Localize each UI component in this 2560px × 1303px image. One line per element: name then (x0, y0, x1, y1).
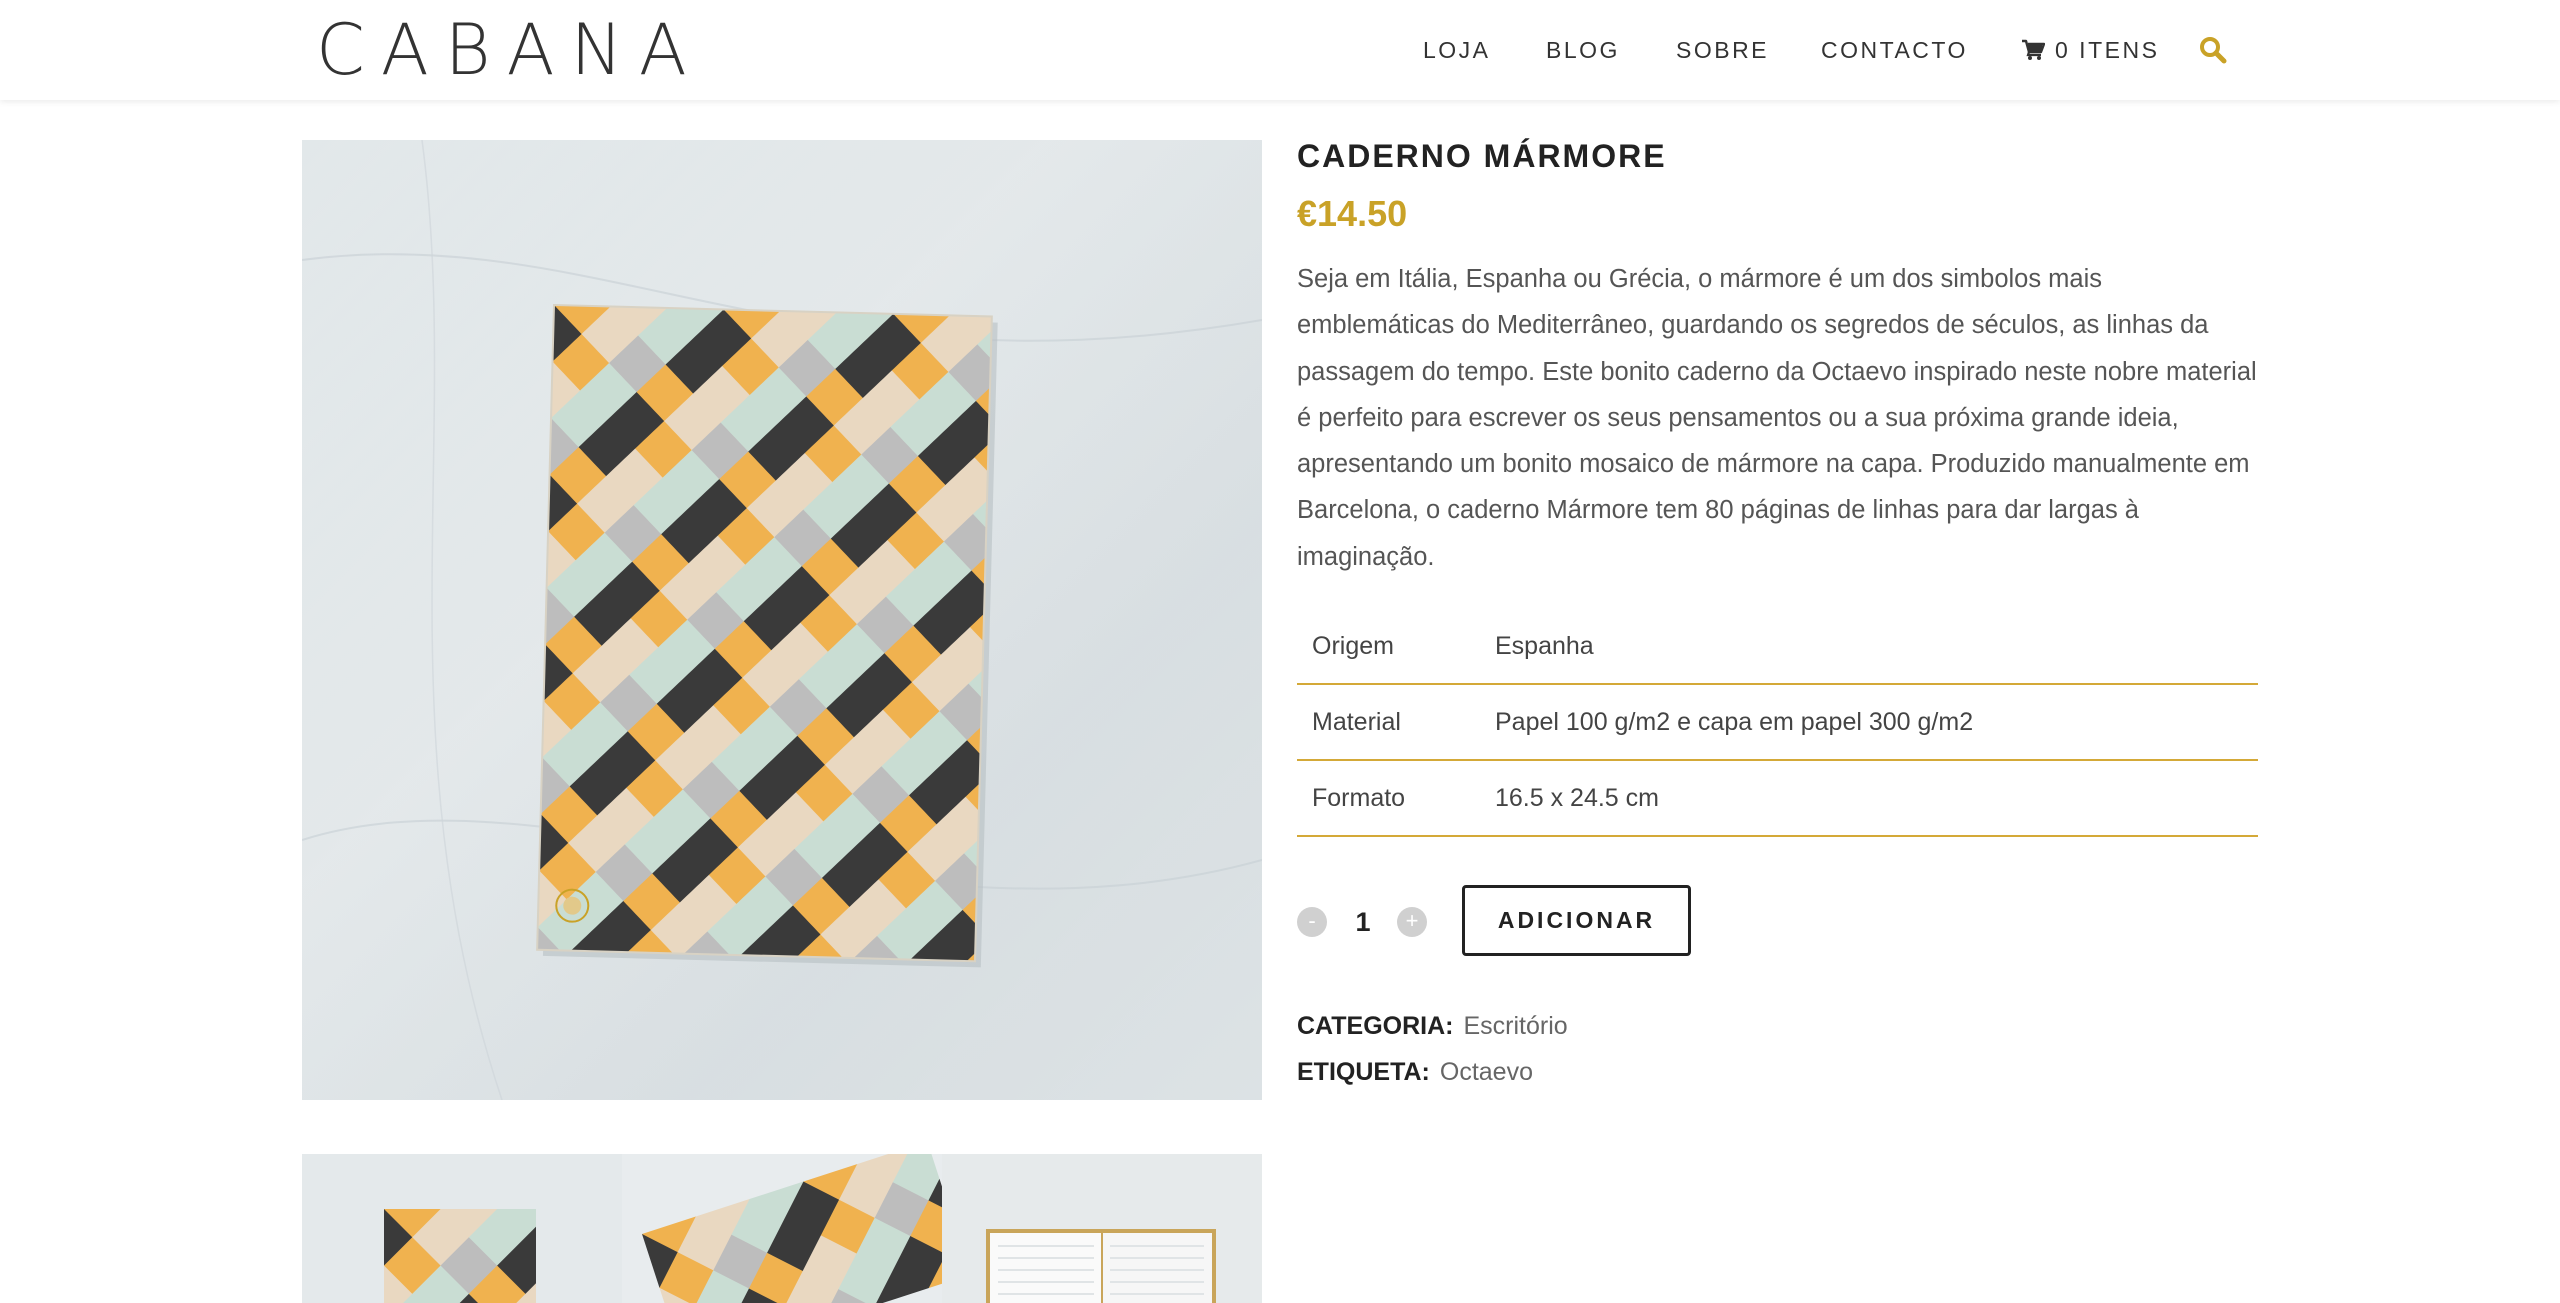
product-attributes-table: Origem Espanha Material Papel 100 g/m2 e… (1297, 610, 2258, 837)
attribute-key: Origem (1312, 632, 1394, 660)
shopping-cart-icon (2022, 39, 2045, 60)
attribute-key: Material (1312, 707, 1401, 736)
product-title: CADERNO MÁRMORE (1297, 138, 1667, 174)
thumbnail-angled[interactable] (622, 1154, 942, 1303)
attribute-row: Origem Espanha (1297, 610, 2258, 684)
search-icon[interactable] (2199, 36, 2227, 64)
site-logo[interactable]: CABANA (316, 14, 703, 86)
product-tag: ETIQUETA: Octaevo (1297, 1055, 1533, 1089)
nav-item-blog[interactable]: BLOG (1546, 34, 1620, 66)
quantity-value[interactable]: 1 (1339, 904, 1387, 940)
attribute-key: Formato (1312, 783, 1406, 812)
attribute-row: Material Papel 100 g/m2 e capa em papel … (1297, 684, 2258, 760)
nav-item-contacto[interactable]: CONTACTO (1821, 34, 1968, 66)
attribute-row: Formato 16.5 x 24.5 cm (1297, 760, 2258, 836)
attribute-value: 16.5 x 24.5 cm (1495, 783, 1659, 812)
product-thumbnails (302, 1154, 1262, 1303)
tag-label: ETIQUETA: (1297, 1058, 1430, 1086)
quantity-stepper: - 1 + (1297, 884, 1437, 960)
category-link[interactable]: Escritório (1463, 1012, 1567, 1040)
notebook-angled-image (642, 1154, 942, 1303)
quantity-increase-button[interactable]: + (1397, 907, 1427, 937)
site-header: CABANA LOJA BLOG SOBRE CONTACTO 0 ITENS (0, 0, 2560, 100)
attribute-value: Papel 100 g/m2 e capa em papel 300 g/m2 (1495, 707, 1974, 736)
cart-link[interactable]: 0 ITENS (2021, 34, 2159, 66)
tag-link[interactable]: Octaevo (1440, 1058, 1533, 1086)
nav-item-sobre[interactable]: SOBRE (1676, 34, 1769, 66)
add-to-cart-button[interactable]: ADICIONAR (1462, 885, 1691, 956)
thumbnail-open[interactable] (942, 1154, 1262, 1303)
product-description: Seja em Itália, Espanha ou Grécia, o már… (1297, 265, 2257, 571)
category-label: CATEGORIA: (1297, 1012, 1454, 1040)
cart-count-label: 0 ITENS (2055, 37, 2160, 63)
marble-notebook-image (302, 140, 1262, 1100)
thumbnail-front[interactable] (302, 1154, 622, 1303)
product-main-image[interactable] (302, 140, 1262, 1100)
notebook-front-image (384, 1209, 536, 1303)
notebook-open-image (986, 1229, 1216, 1303)
product-category: CATEGORIA: Escritório (1297, 1009, 1568, 1043)
quantity-decrease-button[interactable]: - (1297, 907, 1327, 937)
product-price: €14.50 (1297, 193, 1408, 234)
attribute-value: Espanha (1495, 632, 1594, 660)
nav-item-loja[interactable]: LOJA (1423, 34, 1491, 66)
